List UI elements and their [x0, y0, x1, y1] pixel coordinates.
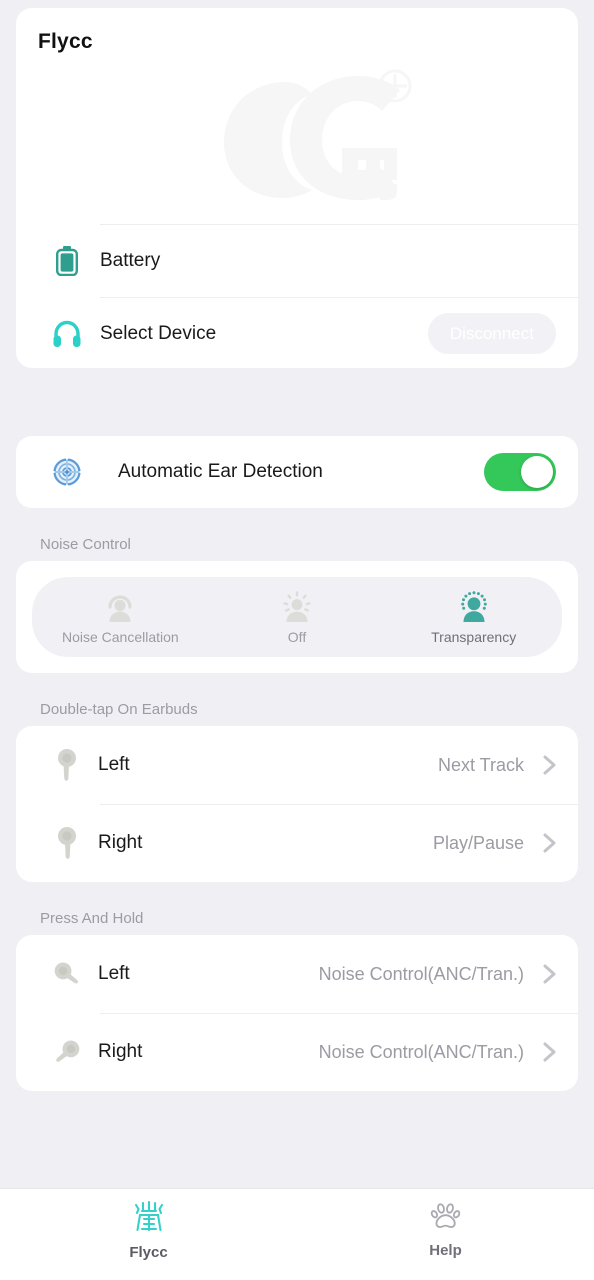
- press-hold-right-value: Noise Control(ANC/Tran.): [318, 1041, 524, 1062]
- paw-print-icon: [430, 1203, 460, 1228]
- radar-target-icon: [52, 457, 82, 487]
- chevron-right-icon[interactable]: [536, 1039, 562, 1065]
- person-headband-icon: [108, 594, 132, 622]
- noise-control-option-transparency-label: Transparency: [431, 628, 517, 645]
- noise-control-option-off-label: Off: [287, 628, 307, 645]
- tab-flycc[interactable]: Flycc: [0, 1199, 297, 1261]
- battery-row[interactable]: Battery: [16, 224, 578, 297]
- scroll-container[interactable]: Flycc Battery Select Device Disconnect A…: [0, 0, 594, 1188]
- tab-flycc-label: Flycc: [129, 1244, 168, 1261]
- earbud-right-icon: [52, 826, 82, 860]
- earbud-tilted-right-icon: [52, 1035, 82, 1069]
- noise-control-card: Noise Cancellation Off Transparency: [16, 561, 578, 673]
- noise-control-option-transparency[interactable]: Transparency: [385, 590, 562, 645]
- double-tap-section-label: Double-tap On Earbuds: [40, 701, 198, 718]
- press-hold-right-row[interactable]: Right Noise Control(ANC/Tran.): [16, 1013, 578, 1091]
- toggle-knob: [521, 456, 553, 488]
- automatic-ear-detection-card: Automatic Ear Detection: [16, 436, 578, 508]
- cc-fly-watermark-logo: [224, 69, 412, 200]
- chevron-right-icon[interactable]: [536, 961, 562, 987]
- select-device-label: Select Device: [100, 322, 217, 344]
- select-device-row[interactable]: Select Device Disconnect: [16, 297, 578, 368]
- person-dashed-icon: [283, 590, 311, 622]
- device-info-rows: Battery Select Device Disconnect: [16, 224, 578, 368]
- press-hold-left-label: Left: [98, 963, 130, 984]
- noise-control-option-off[interactable]: Off: [209, 590, 386, 645]
- press-hold-right-label: Right: [98, 1041, 143, 1062]
- double-tap-left-row[interactable]: Left Next Track: [16, 726, 578, 804]
- person-dotted-ring-icon: [460, 590, 487, 622]
- page-title: Flycc: [38, 30, 93, 53]
- press-hold-left-value: Noise Control(ANC/Tran.): [318, 963, 524, 984]
- app-screen: Flycc Battery Select Device Disconnect A…: [0, 0, 594, 1280]
- tab-help[interactable]: Help: [297, 1199, 594, 1259]
- device-card: Flycc Battery Select Device Disconnect: [16, 8, 578, 368]
- double-tap-right-value: Play/Pause: [432, 832, 524, 853]
- double-tap-right-row[interactable]: Right Play/Pause: [16, 804, 578, 882]
- earbud-tilted-left-icon: [52, 957, 82, 991]
- chevron-right-icon[interactable]: [536, 830, 562, 856]
- press-and-hold-card: Left Noise Control(ANC/Tran.) Right Nois…: [16, 935, 578, 1091]
- noise-control-option-anc-label: Noise Cancellation: [61, 628, 179, 645]
- tab-help-label: Help: [429, 1242, 462, 1259]
- noise-control-section-label: Noise Control: [40, 536, 131, 553]
- bottom-tab-bar: Flycc Help: [0, 1188, 594, 1280]
- headphones-icon: [52, 319, 82, 349]
- double-tap-left-label: Left: [98, 754, 130, 775]
- flycc-glyph-icon: [134, 1200, 163, 1232]
- battery-icon: [52, 245, 82, 276]
- noise-control-segmented-control[interactable]: Noise Cancellation Off Transparency: [32, 577, 562, 657]
- ear-detection-label: Automatic Ear Detection: [118, 461, 323, 482]
- noise-control-option-anc[interactable]: Noise Cancellation: [32, 590, 209, 645]
- earbud-left-icon: [52, 748, 82, 782]
- chevron-right-icon[interactable]: [536, 752, 562, 778]
- battery-label: Battery: [100, 249, 161, 271]
- ear-detection-toggle[interactable]: [484, 453, 556, 491]
- double-tap-card: Left Next Track Right Play/Pause: [16, 726, 578, 882]
- double-tap-right-label: Right: [98, 832, 143, 853]
- disconnect-button[interactable]: Disconnect: [427, 313, 556, 354]
- press-and-hold-section-label: Press And Hold: [40, 910, 144, 927]
- double-tap-left-value: Next Track: [437, 754, 524, 775]
- press-hold-left-row[interactable]: Left Noise Control(ANC/Tran.): [16, 935, 578, 1013]
